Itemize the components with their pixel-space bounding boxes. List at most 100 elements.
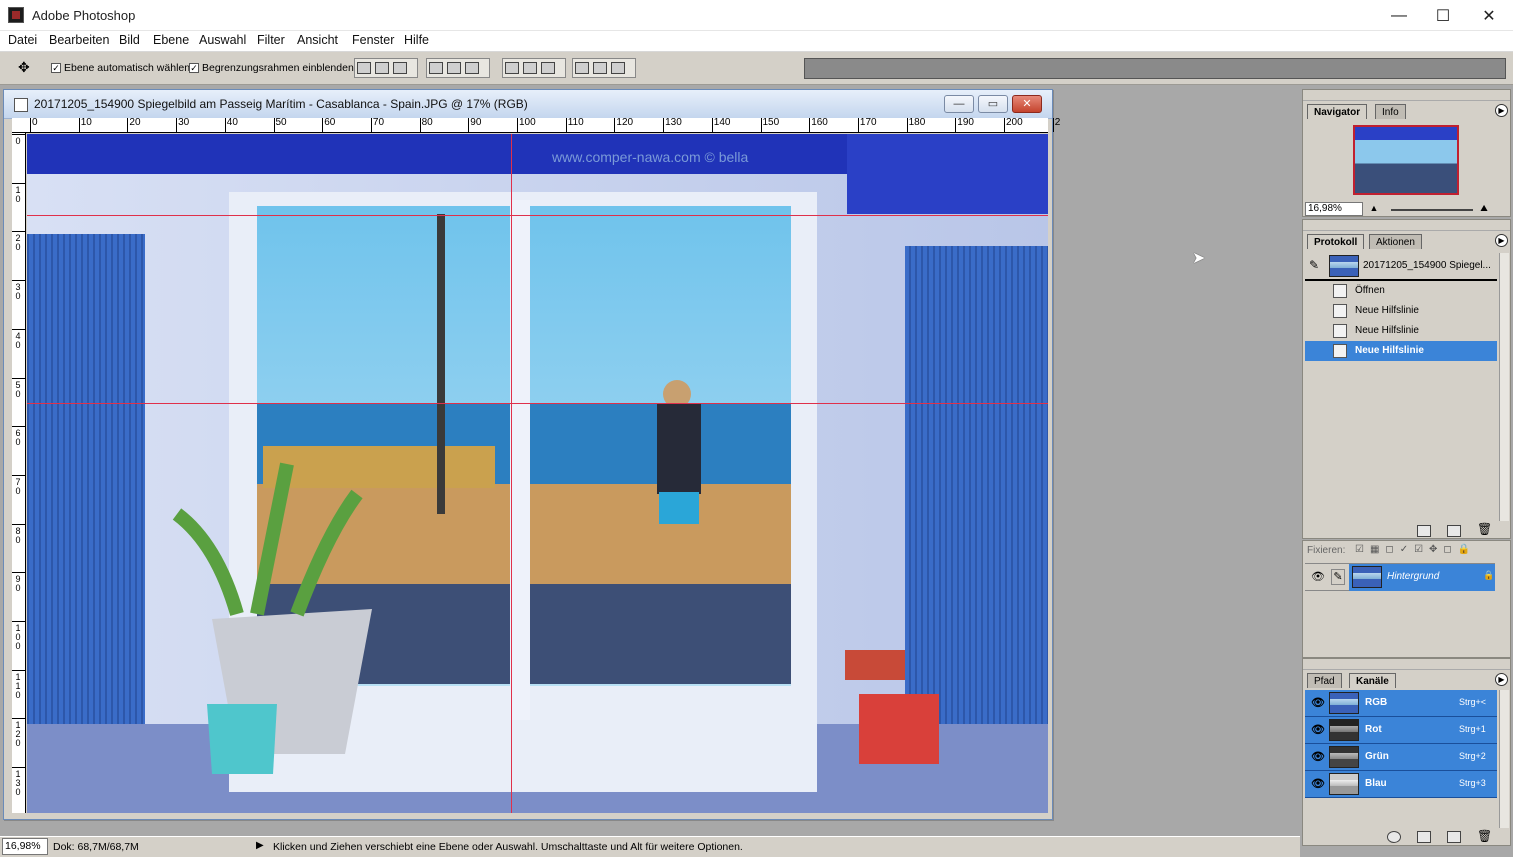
show-bounds-label: Begrenzungsrahmen einblenden: [202, 62, 354, 74]
trash-icon[interactable]: 🗑: [1477, 829, 1492, 843]
zoom-in-icon[interactable]: ⛰: [1475, 203, 1493, 215]
ruler-tick-label: 4 0: [12, 328, 25, 350]
zoom-out-icon[interactable]: ▲: [1367, 203, 1381, 215]
menu-ansicht[interactable]: Ansicht: [297, 33, 338, 47]
channels-scrollbar[interactable]: [1499, 690, 1509, 828]
watermark-text: www.comper-nawa.com © bella: [551, 149, 748, 165]
minimize-button[interactable]: —: [1376, 0, 1422, 31]
channel-shortcut: Strg+2: [1459, 751, 1486, 761]
menu-ebene[interactable]: Ebene: [153, 33, 189, 47]
tab-aktionen[interactable]: Aktionen: [1369, 234, 1422, 249]
navigator-palette-header[interactable]: [1303, 90, 1510, 101]
maximize-button[interactable]: ☐: [1420, 0, 1466, 31]
show-bounds-checkbox[interactable]: ✓: [189, 63, 199, 73]
doc-close-button[interactable]: ✕: [1012, 95, 1042, 113]
move-tool-icon[interactable]: ✥: [18, 59, 30, 76]
layer-row-hintergrund[interactable]: 👁 ✎ Hintergrund 🔒: [1305, 563, 1495, 591]
menu-datei[interactable]: Datei: [8, 33, 37, 47]
ruler-tick-label: 1 3 0: [12, 767, 25, 798]
ruler-tick-label: 30: [176, 117, 190, 132]
menu-hilfe[interactable]: Hilfe: [404, 33, 429, 47]
palette-menu-arrow-icon[interactable]: ▶: [1495, 673, 1508, 686]
vertical-ruler[interactable]: 0 1 0 2 0 3 0 4 0 5 0 6 0 7 0 8 0 9 0 1 0 0 1 1 0 1 …: [12, 133, 26, 813]
eye-icon[interactable]: 👁: [1311, 777, 1325, 791]
close-button[interactable]: ✕: [1466, 0, 1512, 31]
lock-icons[interactable]: ☑▦◻✓☑✥◻🔒: [1355, 544, 1476, 555]
channel-row-rot[interactable]: 👁 Rot Strg+1: [1305, 717, 1497, 744]
history-scrollbar[interactable]: [1499, 253, 1509, 521]
menu-bild[interactable]: Bild: [119, 33, 140, 47]
status-zoom-field[interactable]: 16,98%: [2, 838, 48, 855]
menu-filter[interactable]: Filter: [257, 33, 285, 47]
ruler-tick-label: 170: [857, 117, 877, 132]
history-step-icon: [1333, 324, 1347, 338]
navigator-zoom-field[interactable]: 16,98%: [1305, 202, 1363, 216]
history-snapshot[interactable]: ✎ 20171205_154900 Spiegel...: [1305, 253, 1497, 281]
tab-pfad[interactable]: Pfad: [1307, 673, 1342, 688]
menu-fenster[interactable]: Fenster: [352, 33, 394, 47]
document-title-bar[interactable]: 20171205_154900 Spiegelbild am Passeig M…: [4, 90, 1052, 119]
auto-select-checkbox[interactable]: ✓: [51, 63, 61, 73]
tab-navigator[interactable]: Navigator: [1307, 104, 1368, 119]
history-palette: Protokoll Aktionen ▶ ✎ 20171205_154900 S…: [1302, 219, 1511, 539]
history-step[interactable]: Öffnen: [1305, 281, 1497, 301]
horizontal-guide-2[interactable]: [27, 403, 1048, 404]
history-step[interactable]: Neue Hilfslinie: [1305, 301, 1497, 321]
distribute-vertical-buttons[interactable]: [502, 58, 566, 78]
save-selection-icon[interactable]: [1417, 831, 1431, 843]
ruler-tick-label: 160: [809, 117, 828, 132]
eye-icon[interactable]: 👁: [1311, 696, 1325, 710]
tab-protokoll[interactable]: Protokoll: [1307, 234, 1365, 249]
tab-kanaele[interactable]: Kanäle: [1349, 673, 1396, 688]
lock-label: Fixieren:: [1307, 545, 1346, 556]
load-selection-icon[interactable]: [1387, 831, 1401, 843]
ruler-tick-label: 1 0 0: [12, 621, 25, 651]
lock-icon: 🔒: [1483, 570, 1495, 580]
palette-menu-arrow-icon[interactable]: ▶: [1495, 234, 1508, 247]
eye-icon[interactable]: 👁: [1311, 570, 1325, 584]
horizontal-ruler[interactable]: 0 10 20 30 40 50 60 70 80 90 100 110 120 130 140 150 160…: [12, 117, 1060, 133]
eye-icon[interactable]: 👁: [1311, 750, 1325, 764]
channel-row-blau[interactable]: 👁 Blau Strg+3: [1305, 771, 1497, 798]
history-step-active[interactable]: Neue Hilfslinie: [1305, 341, 1497, 361]
eye-icon[interactable]: 👁: [1311, 723, 1325, 737]
ruler-tick-label: 0: [30, 117, 38, 132]
channels-palette: Pfad Kanäle ▶ 👁 RGB Strg+< 👁 Rot Strg+1 …: [1302, 658, 1511, 846]
menu-bearbeiten[interactable]: Bearbeiten: [49, 33, 109, 47]
distribute-horizontal-buttons[interactable]: [572, 58, 636, 78]
ruler-tick-label: 120: [614, 117, 634, 132]
align-left-buttons[interactable]: [426, 58, 490, 78]
new-document-from-state-icon[interactable]: [1417, 525, 1431, 537]
history-brush-icon: ✎: [1309, 258, 1320, 272]
trash-icon[interactable]: 🗑: [1477, 522, 1492, 536]
channels-palette-header[interactable]: [1303, 659, 1510, 670]
vertical-guide[interactable]: [511, 134, 512, 813]
new-channel-icon[interactable]: [1447, 831, 1461, 843]
status-hint: Klicken und Ziehen verschiebt eine Ebene…: [273, 841, 743, 853]
brush-icon: ✎: [1331, 569, 1345, 585]
history-palette-header[interactable]: [1303, 220, 1510, 231]
align-top-buttons[interactable]: [354, 58, 418, 78]
palette-menu-arrow-icon[interactable]: ▶: [1495, 104, 1508, 117]
ruler-tick-label: 5 0: [12, 377, 25, 399]
ruler-tick-label: 150: [760, 117, 780, 132]
ruler-tick-label: 70: [370, 117, 385, 132]
image-canvas[interactable]: www.comper-nawa.com © bella: [27, 134, 1048, 813]
layer-name: Hintergrund: [1387, 571, 1440, 582]
doc-minimize-button[interactable]: —: [944, 95, 974, 113]
menu-auswahl[interactable]: Auswahl: [199, 33, 246, 47]
channel-row-gruen[interactable]: 👁 Grün Strg+2: [1305, 744, 1497, 771]
history-step[interactable]: Neue Hilfslinie: [1305, 321, 1497, 341]
document-icon: [14, 98, 28, 112]
tab-info[interactable]: Info: [1375, 104, 1406, 119]
history-step-icon: [1333, 284, 1347, 298]
doc-maximize-button[interactable]: ▭: [978, 95, 1008, 113]
navigator-thumbnail[interactable]: [1353, 125, 1459, 195]
channel-shortcut: Strg+<: [1459, 697, 1487, 707]
channel-row-rgb[interactable]: 👁 RGB Strg+<: [1305, 690, 1497, 717]
layers-palette: Fixieren: ☑▦◻✓☑✥◻🔒 👁 ✎ Hintergrund 🔒: [1302, 540, 1511, 658]
horizontal-guide-1[interactable]: [27, 215, 1048, 216]
new-snapshot-icon[interactable]: [1447, 525, 1461, 537]
status-menu-arrow-icon[interactable]: ▶: [256, 840, 264, 851]
zoom-slider[interactable]: [1391, 209, 1473, 211]
